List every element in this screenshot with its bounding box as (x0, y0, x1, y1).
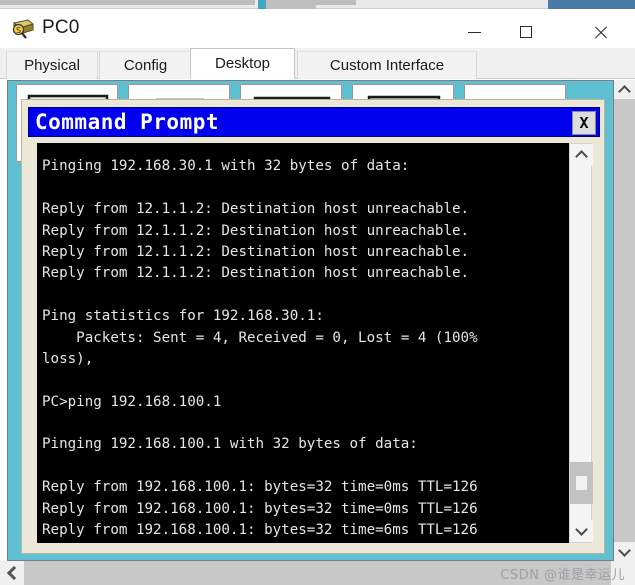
terminal-line: Pinging 192.168.30.1 with 32 bytes of da… (42, 158, 410, 175)
scrollbar-thumb-grip (576, 476, 587, 490)
tab-desktop-label: Desktop (214, 55, 271, 72)
close-button[interactable] (578, 18, 622, 46)
desktop-scrollbar-horizontal[interactable]: CSDN @谁是幸运儿 (0, 561, 635, 585)
terminal-scrollbar-vertical[interactable] (569, 143, 593, 543)
host-toolbar-strip (0, 0, 635, 9)
tab-config[interactable]: Config (99, 51, 192, 79)
toolbar-segment-right (548, 0, 635, 9)
tab-config-label: Config (123, 57, 168, 74)
chevron-up-icon (575, 150, 588, 163)
terminal-line: Reply from 12.1.1.2: Destination host un… (42, 265, 470, 282)
desktop-scrollbar-track[interactable] (614, 99, 635, 542)
chevron-up-icon (618, 84, 631, 98)
desktop-scroll-down-button[interactable] (614, 542, 635, 561)
tab-physical[interactable]: Physical (6, 51, 98, 79)
terminal-line: Reply from 192.168.100.1: bytes=32 time=… (42, 479, 478, 496)
terminal-line: Packets: Sent = 4, Received = 0, Lost = … (42, 329, 478, 346)
terminal-scrollbar-thumb[interactable] (570, 462, 593, 504)
maximize-icon (520, 26, 532, 38)
terminal-scroll-down-button[interactable] (570, 520, 593, 542)
application-window: S PC0 Physical Config Desktop Custom Int… (0, 0, 635, 585)
toolbar-segment-mid2 (316, 0, 356, 5)
minimize-button[interactable] (452, 18, 496, 46)
chevron-down-icon (618, 543, 631, 557)
terminal-line: PC>ping 192.168.100.1 (42, 393, 222, 410)
desktop-scroll-left-button[interactable] (0, 561, 24, 585)
packet-tracer-device-icon: S (11, 17, 35, 40)
command-prompt-close-button[interactable]: X (572, 111, 596, 135)
tab-desktop[interactable]: Desktop (190, 48, 295, 79)
desktop-scroll-up-button[interactable] (614, 80, 635, 99)
terminal-output[interactable]: Pinging 192.168.30.1 with 32 bytes of da… (37, 143, 569, 543)
tab-bar: Physical Config Desktop Custom Interface (0, 48, 635, 79)
watermark-text: CSDN @谁是幸运儿 (500, 568, 625, 583)
terminal-area: Pinging 192.168.30.1 with 32 bytes of da… (37, 143, 593, 543)
terminal-line: Reply from 192.168.100.1: bytes=32 time=… (42, 500, 478, 517)
minimize-icon (467, 31, 481, 33)
toolbar-segment-left (0, 0, 255, 5)
terminal-line: Reply from 12.1.1.2: Destination host un… (42, 222, 470, 239)
command-prompt-window: Command Prompt X Pinging 192.168.30.1 wi… (21, 99, 605, 554)
terminal-line: Reply from 12.1.1.2: Destination host un… (42, 243, 470, 260)
terminal-line: Reply from 12.1.1.2: Destination host un… (42, 201, 470, 218)
tab-custom-interface-label: Custom Interface (329, 57, 445, 74)
window-titlebar: S PC0 (0, 9, 635, 48)
command-prompt-title: Command Prompt (35, 110, 220, 134)
chevron-down-icon (575, 523, 588, 536)
terminal-scroll-up-button[interactable] (570, 144, 593, 166)
command-prompt-titlebar[interactable]: Command Prompt X (28, 107, 600, 137)
toolbar-segment-mid (266, 0, 316, 9)
terminal-line: Pinging 192.168.100.1 with 32 bytes of d… (42, 436, 418, 453)
tab-physical-label: Physical (24, 57, 80, 74)
terminal-lines: Pinging 192.168.30.1 with 32 bytes of da… (42, 143, 567, 543)
maximize-button[interactable] (504, 18, 548, 46)
close-icon (593, 25, 608, 40)
svg-text:S: S (16, 26, 21, 35)
chevron-left-icon (6, 565, 22, 581)
page-title: PC0 (42, 17, 80, 38)
toolbar-segment-accent (258, 0, 266, 9)
tab-custom-interface[interactable]: Custom Interface (297, 51, 477, 79)
desktop-scrollbar-vertical[interactable] (614, 80, 635, 561)
terminal-line: Reply from 192.168.100.1: bytes=32 time=… (42, 522, 478, 539)
terminal-line: loss), (42, 350, 94, 367)
terminal-line: Ping statistics for 192.168.30.1: (42, 308, 324, 325)
